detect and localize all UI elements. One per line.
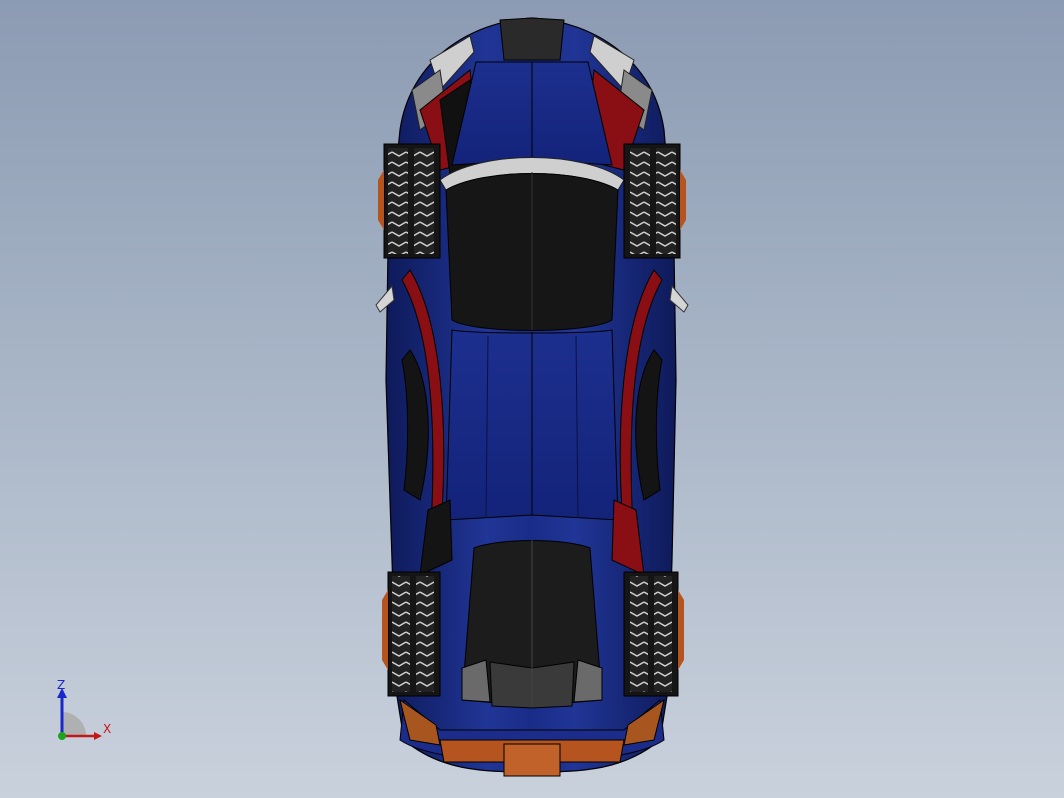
- x-arrow-icon: [94, 732, 102, 740]
- wheel-front-left: [378, 143, 441, 259]
- wheel-rear-left: [382, 571, 441, 697]
- wheel-front-right: [623, 143, 686, 259]
- x-axis-label: X: [103, 722, 112, 736]
- car-model[interactable]: [0, 0, 1064, 798]
- y-axis-dot: [58, 732, 66, 740]
- graphics-viewport[interactable]: Z X: [0, 0, 1064, 798]
- wheel-rear-right: [623, 571, 684, 697]
- triad-plane: [62, 712, 86, 736]
- z-axis-label: Z: [57, 678, 66, 692]
- orientation-triad: [40, 672, 120, 752]
